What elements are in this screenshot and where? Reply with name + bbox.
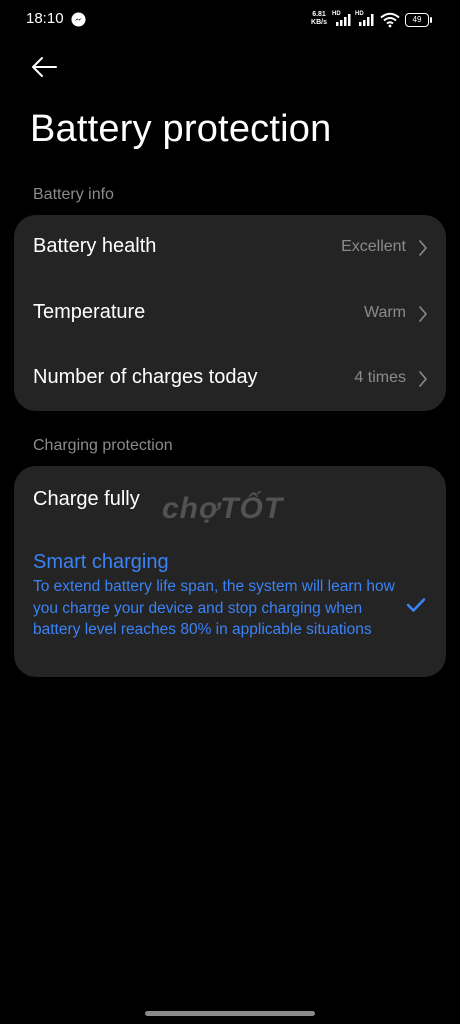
net-speed-value: 6.81: [312, 11, 326, 18]
arrow-left-icon: [32, 57, 57, 77]
back-button[interactable]: [28, 52, 64, 82]
chevron-right-icon: [419, 371, 427, 387]
temperature-label: Temperature: [33, 301, 146, 323]
battery-health-row[interactable]: Battery health Excellent: [14, 215, 446, 281]
page-title: Battery protection: [30, 108, 332, 150]
signal-icon-2: HD: [355, 11, 375, 27]
chevron-right-icon: [419, 306, 427, 322]
section-label-charging-protection: Charging protection: [33, 437, 173, 454]
messenger-icon: [71, 12, 86, 27]
smart-charging-label: Smart charging: [33, 551, 169, 573]
wifi-icon: [380, 12, 400, 28]
signal-icon-1: HD: [332, 11, 352, 27]
temperature-value: Warm: [363, 304, 406, 321]
battery-info-card: Battery health Excellent Temperature War…: [14, 215, 446, 411]
smart-charging-description: To extend battery life span, the system …: [33, 578, 395, 638]
charges-today-label: Number of charges today: [33, 366, 258, 388]
charge-fully-label: Charge fully: [33, 488, 140, 510]
smart-charging-option[interactable]: Smart charging To extend battery life sp…: [14, 538, 446, 668]
battery-health-value: Excellent: [341, 238, 406, 255]
network-speed: 6.81 KB/s: [308, 11, 330, 27]
battery-health-label: Battery health: [33, 235, 157, 257]
section-label-battery-info: Battery info: [33, 186, 114, 203]
status-bar: 18:10 6.81 KB/s HD HD 49: [0, 0, 460, 40]
home-indicator[interactable]: [145, 1011, 315, 1016]
charges-today-value: 4 times: [354, 369, 406, 386]
temperature-row[interactable]: Temperature Warm: [14, 281, 446, 347]
status-time: 18:10: [26, 10, 64, 27]
chevron-right-icon: [419, 240, 427, 256]
charges-today-row[interactable]: Number of charges today 4 times: [14, 346, 446, 412]
net-speed-unit: KB/s: [311, 19, 327, 26]
check-icon: [406, 598, 426, 612]
chotot-watermark: chợTỐT: [162, 492, 284, 525]
battery-indicator: 49: [405, 13, 432, 27]
